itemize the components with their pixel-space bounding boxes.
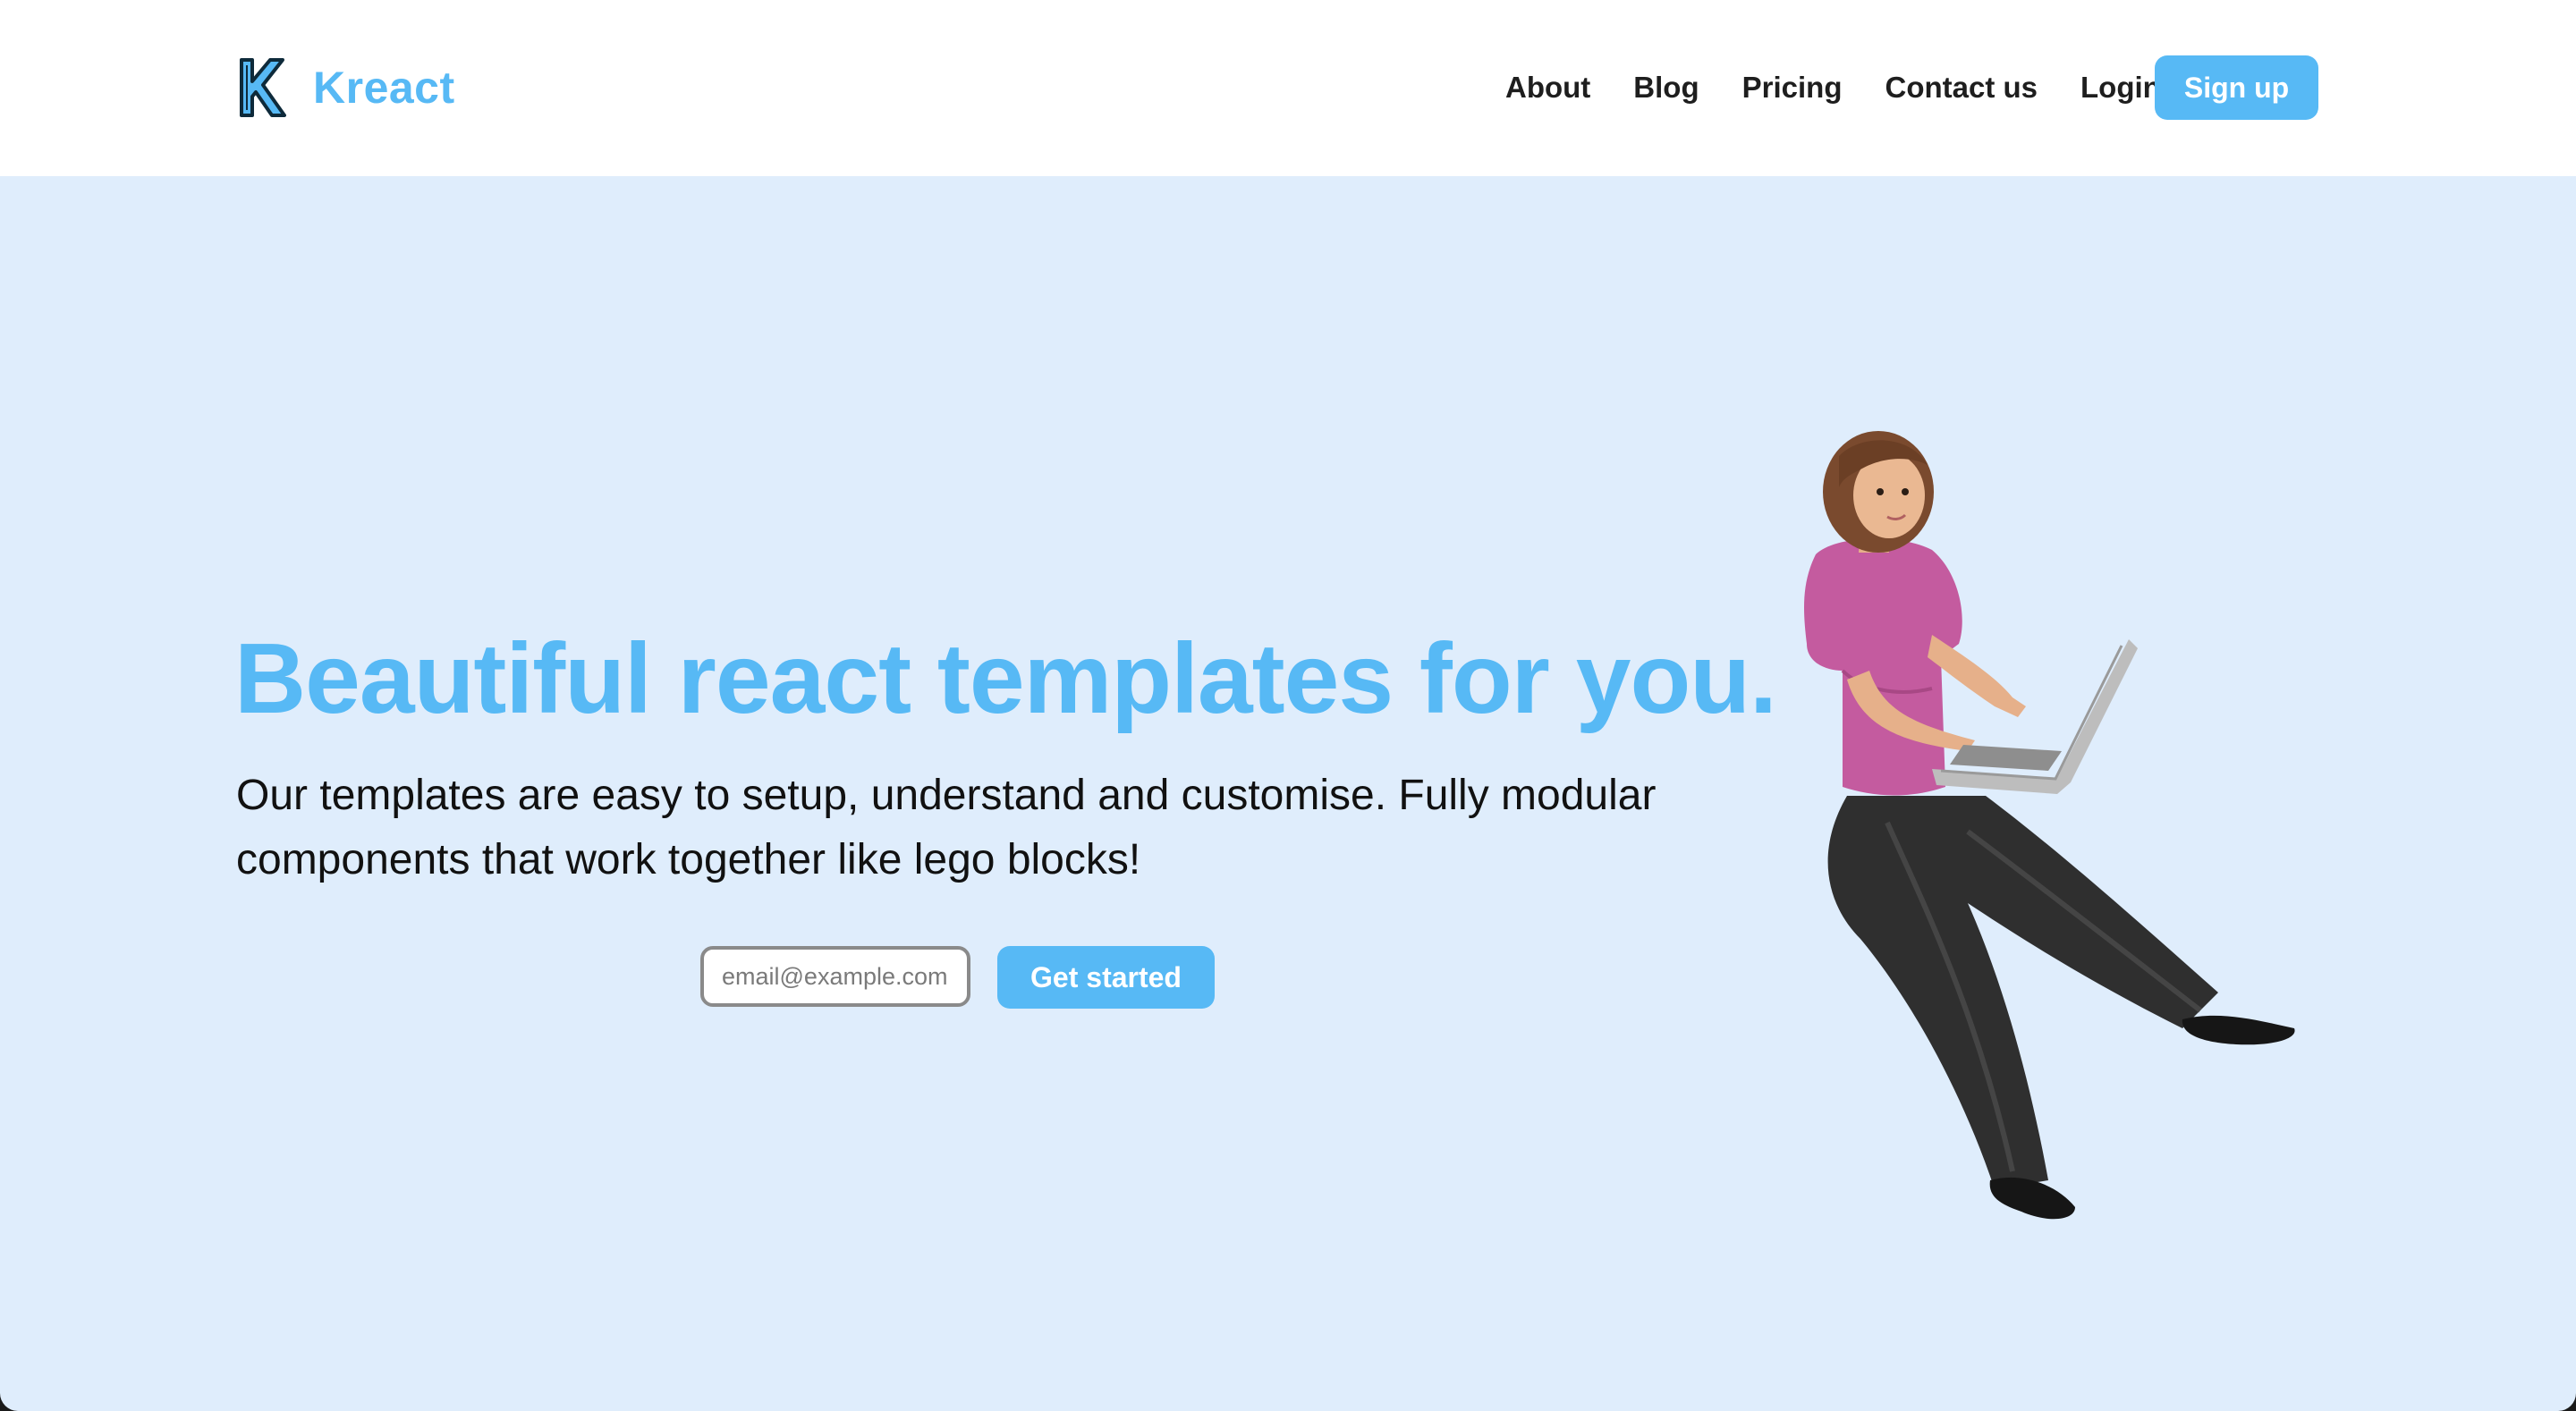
nav-link-login[interactable]: Login — [2080, 71, 2161, 105]
brand-name: Kreact — [313, 63, 455, 113]
nav-link-about[interactable]: About — [1505, 71, 1590, 105]
landing-page: Kreact About Blog Pricing Contact us Log… — [0, 0, 2576, 1411]
nav-links: About Blog Pricing Contact us Login — [1505, 55, 2204, 120]
nav-link-blog[interactable]: Blog — [1633, 71, 1699, 105]
hero-description: Our templates are easy to setup, underst… — [236, 772, 1657, 883]
signup-button[interactable]: Sign up — [2155, 55, 2318, 120]
woman-with-laptop-illustration — [1804, 431, 2295, 1220]
email-input[interactable] — [700, 946, 970, 1007]
kreact-logo-icon — [240, 58, 286, 117]
brand-home-link[interactable]: Kreact — [236, 54, 455, 122]
hero-title: Beautiful react templates for you. — [234, 623, 1777, 734]
get-started-button[interactable]: Get started — [997, 946, 1215, 1009]
top-navbar: Kreact About Blog Pricing Contact us Log… — [0, 0, 2576, 176]
nav-link-contact[interactable]: Contact us — [1885, 71, 2038, 105]
nav-link-pricing[interactable]: Pricing — [1742, 71, 1843, 105]
